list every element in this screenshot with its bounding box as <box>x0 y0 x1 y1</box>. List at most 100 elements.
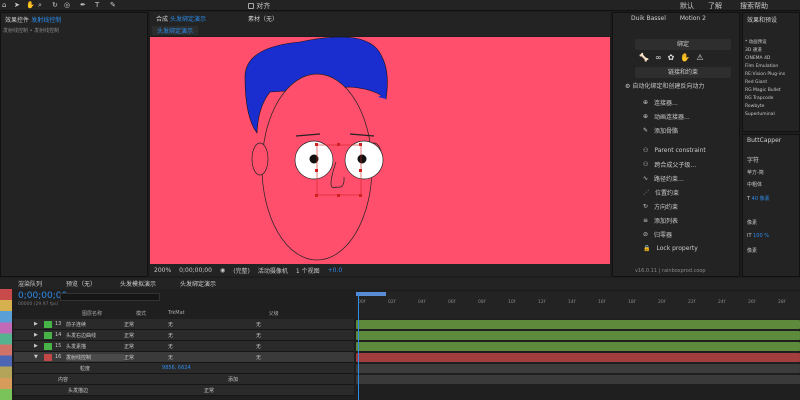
effects-item[interactable]: RG Trapcode <box>745 95 785 103</box>
comp-viewer[interactable] <box>150 37 610 264</box>
camera-snapshot-icon[interactable]: ◉ <box>220 267 225 274</box>
rigging-button[interactable]: 绑定 <box>635 39 731 50</box>
path-constraint-button[interactable]: ∿ 路径约束... <box>633 171 684 185</box>
effects-item[interactable]: RE:Vision Plug-ins <box>745 71 785 79</box>
zoom-tool-icon[interactable]: ⌕ <box>38 1 42 10</box>
effects-item[interactable]: Film Emulation <box>745 63 785 71</box>
active-camera-dropdown[interactable]: 活动摄像机 <box>258 266 288 275</box>
text-tool-icon[interactable]: T <box>95 1 99 9</box>
layer-name[interactable]: 头发右边曲线 <box>66 332 124 339</box>
table-row[interactable]: ▶ 15 头发素描 正常无无 <box>14 341 354 352</box>
layer-property-row[interactable]: 头发描边 正常 <box>14 385 354 396</box>
layer-duration-bar[interactable] <box>356 353 800 362</box>
add-bone-button[interactable]: ✎ 添加骨骼 <box>633 123 678 137</box>
camera-tool-icon[interactable]: ◎ <box>64 1 70 9</box>
layer-property-row[interactable]: 内容 添加 <box>14 374 354 385</box>
layer-name[interactable]: 前子连续 <box>66 321 124 328</box>
table-row[interactable]: ▶ 13 前子连续 正常无无 <box>14 319 354 330</box>
layer-parent[interactable]: 无 <box>256 343 261 350</box>
stroke-mode[interactable]: 正常 <box>204 387 214 394</box>
pen-tool-icon[interactable]: ✒ <box>80 1 86 9</box>
duik-tab[interactable]: Duik Bassel <box>631 15 666 22</box>
layer-mode[interactable]: 正常 <box>124 343 168 350</box>
lock-property-button[interactable]: 🔒 Lock property <box>633 241 698 255</box>
layer-name[interactable]: 头发素描 <box>66 343 124 350</box>
selection-tool-icon[interactable]: ➤ <box>14 1 20 9</box>
effects-item[interactable]: * 动画预设 <box>745 39 785 47</box>
leading-field[interactable]: 像素 <box>747 219 757 226</box>
current-time[interactable]: 0;00;00;00 <box>179 267 212 274</box>
layer-parent[interactable]: 无 <box>256 354 261 361</box>
rotate-tool-icon[interactable]: ↻ <box>52 1 58 9</box>
table-row-selected[interactable]: ▼ 16 发射线控制 正常无无 <box>14 352 354 363</box>
col-parent[interactable]: 父级 <box>269 310 279 317</box>
crab-icon[interactable]: ✿ <box>668 53 675 62</box>
layer-trkmat[interactable]: 无 <box>168 343 256 350</box>
tab-render-queue[interactable]: 渲染队列 <box>18 279 42 288</box>
effects-presets-tab[interactable]: 效果和预设 <box>747 15 777 24</box>
layer-duration-bar[interactable] <box>356 342 800 351</box>
cross-comp-parent-button[interactable]: ⚇ 跨合成父子级... <box>633 157 696 171</box>
position-constraint-button[interactable]: ⋰ 位置约束 <box>633 185 679 199</box>
hand-icon[interactable]: ✋ <box>680 53 690 62</box>
effects-item[interactable]: 3D 通道 <box>745 47 785 55</box>
work-area-bar[interactable] <box>356 292 386 296</box>
home-icon[interactable]: ⌂ <box>2 1 6 9</box>
font-family-dropdown[interactable]: 苹方-简 <box>747 169 764 176</box>
col-layer-name[interactable]: 图层名称 <box>82 310 102 317</box>
tracking-field[interactable]: IT 100 % <box>747 233 769 239</box>
buttcapper-tab[interactable]: ButtCapper <box>747 137 781 144</box>
tab-hair-sim[interactable]: 头发模拟演示 <box>120 279 156 288</box>
parent-constraint-button[interactable]: ⚇ Parent constraint <box>633 143 706 157</box>
workspace-learn[interactable]: 了解 <box>708 1 722 11</box>
col-mode[interactable]: 模式 <box>136 310 146 317</box>
effects-item[interactable]: Rowbyte <box>745 103 785 111</box>
resolution-dropdown[interactable]: (完整) <box>233 266 250 275</box>
layer-duration-bar[interactable] <box>356 331 800 340</box>
connector-button[interactable]: ⊕ 连接器... <box>633 95 678 109</box>
search-help[interactable]: 搜索帮助 <box>740 1 768 11</box>
link-icon[interactable]: ∞ <box>655 53 662 62</box>
keyframe-track[interactable] <box>356 364 800 373</box>
zero-button[interactable]: ⊘ 归零器 <box>633 227 672 241</box>
layer-parent[interactable]: 无 <box>256 332 261 339</box>
layer-duration-bar[interactable] <box>356 320 800 329</box>
layer-mode[interactable]: 正常 <box>124 321 168 328</box>
font-style-dropdown[interactable]: 中粗体 <box>747 181 762 188</box>
layer-mode[interactable]: 正常 <box>124 332 168 339</box>
comp-breadcrumb[interactable]: 头发绑定演示 <box>152 26 199 35</box>
workspace-default[interactable]: 默认 <box>680 1 694 11</box>
tab-hair-bind[interactable]: 头发绑定演示 <box>180 279 216 288</box>
playhead[interactable] <box>358 292 359 400</box>
brush-tool-icon[interactable]: ✎ <box>110 1 116 9</box>
layer-parent[interactable]: 无 <box>256 321 261 328</box>
foot-icon[interactable]: ⚠ <box>696 53 703 62</box>
layer-name[interactable]: 发射线控制 <box>66 353 124 361</box>
anim-connector-button[interactable]: ⊕ 动画连接器... <box>633 109 690 123</box>
keyframe-value[interactable]: 9856, 6624 <box>162 365 191 371</box>
font-size-field[interactable]: T 40 像素 <box>747 195 770 202</box>
add-list-button[interactable]: ≡ 添加列表 <box>633 213 678 227</box>
content-track[interactable] <box>356 375 800 384</box>
links-constraints-button[interactable]: 链接和约束 <box>635 67 731 78</box>
col-trkmat[interactable]: TrkMat <box>168 310 185 316</box>
effects-item[interactable]: Red Giant <box>745 79 785 87</box>
layer-search-input[interactable] <box>60 293 160 301</box>
layer-trkmat[interactable]: 无 <box>168 332 256 339</box>
effects-item[interactable]: RG Magic Bullet <box>745 87 785 95</box>
table-row[interactable]: ▶ 14 头发右边曲线 正常无无 <box>14 330 354 341</box>
autorig-button[interactable]: ⚙ 自动化绑定和创建反向动力 <box>625 81 704 90</box>
time-ruler[interactable]: 00f 02f 04f 06f 08f 10f 12f 14f 16f 18f 20f 22f 24f 2… <box>356 292 800 318</box>
footage-tab[interactable]: 素材（无） <box>248 14 278 23</box>
layer-trkmat[interactable]: 无 <box>168 354 256 361</box>
character-tab[interactable]: 字符 <box>747 155 759 164</box>
bone-icon[interactable]: 🦴 <box>639 53 649 62</box>
stroke-width-field[interactable]: 像素 <box>747 247 757 254</box>
magnification-dropdown[interactable]: 200% <box>154 267 171 274</box>
motion-tab[interactable]: Motion 2 <box>680 15 706 22</box>
exposure-offset[interactable]: +0.0 <box>328 267 343 274</box>
snap-checkbox[interactable]: 对齐 <box>248 1 270 11</box>
layer-property-row[interactable]: 粒度 9856, 6624 <box>14 363 354 374</box>
effects-item[interactable]: CINEMA 4D <box>745 55 785 63</box>
layer-mode[interactable]: 正常 <box>124 354 168 361</box>
